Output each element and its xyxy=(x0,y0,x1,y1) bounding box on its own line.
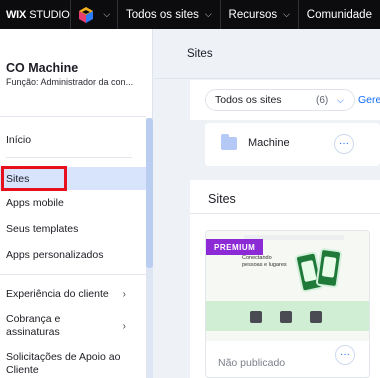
sidebar-item-label: Apps personalizados xyxy=(6,249,104,261)
site-more-actions-button[interactable]: ··· xyxy=(335,345,355,365)
account-name: CO Machine xyxy=(6,61,79,75)
sidebar-item-label: Início xyxy=(6,134,32,146)
sidebar-item-label: Solicitações de Apoio ao Cliente xyxy=(6,350,121,376)
more-horizontal-icon: ··· xyxy=(340,349,350,360)
thumbnail-person-photo xyxy=(280,311,292,323)
folder-icon xyxy=(221,134,237,150)
filter-label: Todos os sites xyxy=(215,94,282,106)
menu-community[interactable]: Comunidade xyxy=(299,0,380,29)
more-horizontal-icon: ··· xyxy=(339,138,349,149)
filter-count: (6) xyxy=(316,94,329,106)
chevron-down-icon: ⌵ xyxy=(204,9,212,19)
chevron-right-icon: › xyxy=(122,288,126,300)
menu-all-sites[interactable]: Todos os sites ⌵ xyxy=(118,0,220,29)
page-title: Sites xyxy=(187,48,213,60)
sidebar-item-templates[interactable]: Seus templates xyxy=(0,219,146,239)
logo-wix: WIX xyxy=(6,8,27,21)
folder-name: Machine xyxy=(248,137,290,149)
menu-community-label: Comunidade xyxy=(306,8,372,21)
menu-resources-label: Recursos xyxy=(228,8,278,21)
sidebar-item-billing[interactable]: Cobrança e assinaturas › xyxy=(0,311,146,341)
site-card[interactable]: Conectando pessoas e lugares PREMIUM Não… xyxy=(205,230,370,378)
thumbnail-headline: Conectando pessoas e lugares xyxy=(242,255,287,268)
menu-all-sites-label: Todos os sites xyxy=(125,8,199,21)
divider xyxy=(6,157,132,158)
divider xyxy=(0,116,146,117)
sidebar-item-label: Apps mobile xyxy=(6,197,64,209)
manage-link[interactable]: Gere xyxy=(358,94,380,106)
logo-studio: STUDIO xyxy=(29,8,70,21)
divider xyxy=(190,213,380,214)
site-thumbnail[interactable]: Conectando pessoas e lugares PREMIUM xyxy=(206,231,369,341)
sidebar-item-label: Experiência do cliente xyxy=(6,288,109,300)
thumbnail-person-photo xyxy=(310,311,322,323)
sidebar-item-label: Seus templates xyxy=(6,223,79,235)
site-status: Não publicado xyxy=(218,357,286,369)
menu-resources[interactable]: Recursos ⌵ xyxy=(221,0,298,29)
phone-image xyxy=(315,247,343,289)
thumbnail-person-photo xyxy=(250,311,262,323)
sites-filter-dropdown[interactable]: Todos os sites (6) ⌵ xyxy=(205,89,355,111)
chevron-down-icon: ⌵ xyxy=(103,9,111,19)
phone-screen xyxy=(300,259,317,283)
sidebar-scrollbar-thumb[interactable] xyxy=(146,118,153,268)
wix-studio-logo[interactable]: WIX STUDIO xyxy=(0,0,70,29)
phone-screen xyxy=(321,256,337,278)
divider xyxy=(0,274,146,275)
sites-section-title: Sites xyxy=(208,192,236,206)
chevron-right-icon: › xyxy=(122,320,126,332)
sidebar-item-customer-experience[interactable]: Experiência do cliente › xyxy=(0,284,146,304)
sidebar-item-mobile-apps[interactable]: Apps mobile xyxy=(0,193,146,213)
account-role: Função: Administrador da con... xyxy=(6,77,134,87)
folder-card[interactable]: Machine ··· xyxy=(205,123,380,166)
workspace-switcher-button[interactable]: ⌵ xyxy=(70,0,117,29)
highlight-box xyxy=(1,166,67,191)
sidebar-item-label: Cobrança e assinaturas xyxy=(6,313,61,338)
sidebar-item-support-requests[interactable]: Solicitações de Apoio ao Cliente xyxy=(0,349,146,378)
chevron-down-icon: ⌵ xyxy=(283,9,290,19)
cube-icon xyxy=(79,6,94,23)
premium-badge: PREMIUM xyxy=(206,239,264,255)
sidebar-item-custom-apps[interactable]: Apps personalizados xyxy=(0,245,146,265)
top-bar: WIX STUDIO ⌵ Todos os sites ⌵ Recursos ⌵ … xyxy=(0,0,380,29)
folder-more-actions-button[interactable]: ··· xyxy=(334,134,354,154)
chevron-down-icon: ⌵ xyxy=(337,94,344,105)
sidebar-item-home[interactable]: Início xyxy=(0,130,146,150)
